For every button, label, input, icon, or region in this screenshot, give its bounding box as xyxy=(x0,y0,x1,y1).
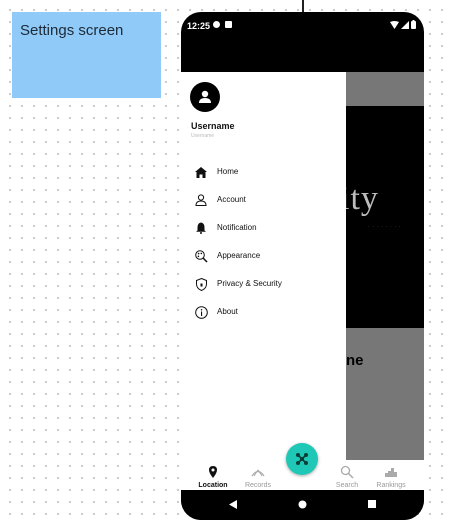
status-time: 12:25 xyxy=(187,21,211,31)
cellular-icon xyxy=(401,20,409,29)
nav-label: Search xyxy=(335,482,359,489)
fab-button[interactable] xyxy=(286,443,318,475)
system-navigation-bar xyxy=(181,490,424,520)
menu-item-home[interactable]: Home xyxy=(181,158,346,186)
drawer-username: Username xyxy=(191,121,235,131)
drawer-menu: Home Account Notification Appearance Pri… xyxy=(181,158,346,326)
palette-icon xyxy=(194,249,208,263)
rankings-icon xyxy=(385,468,397,477)
nav-label: Location xyxy=(198,482,228,489)
drawer-username-subtitle: Username xyxy=(191,133,215,139)
bg-grey-header xyxy=(346,72,424,106)
nav-label: Rankings xyxy=(376,482,406,489)
sticky-note: Settings screen xyxy=(12,12,161,98)
user-icon xyxy=(199,90,211,103)
person-icon xyxy=(194,193,208,207)
status-bar: 12:25 xyxy=(181,12,424,38)
sim-notification-icon xyxy=(225,21,232,28)
menu-item-label: Privacy & Security xyxy=(217,279,282,288)
menu-item-label: Account xyxy=(217,195,246,204)
menu-item-privacy-security[interactable]: Privacy & Security xyxy=(181,270,346,298)
bell-icon xyxy=(194,221,208,235)
drone-icon xyxy=(296,453,308,465)
info-icon xyxy=(194,305,208,319)
battery-icon xyxy=(411,20,416,29)
bg-grey-section xyxy=(346,328,424,472)
menu-item-notification[interactable]: Notification xyxy=(181,214,346,242)
menu-item-label: Home xyxy=(217,167,239,176)
home-icon xyxy=(194,165,208,179)
phone-frame: 12:25 ity · · · · · · · · ne Username Us… xyxy=(181,12,424,520)
nav-item-records[interactable]: Records xyxy=(238,460,278,490)
wifi-icon xyxy=(390,20,399,29)
avatar[interactable] xyxy=(190,82,220,112)
nav-item-rankings[interactable]: Rankings xyxy=(371,460,411,490)
menu-item-appearance[interactable]: Appearance xyxy=(181,242,346,270)
bg-logo-subtext: · · · · · · · · xyxy=(368,224,402,229)
search-icon xyxy=(340,465,354,479)
shield-icon xyxy=(194,277,208,291)
menu-item-about[interactable]: About xyxy=(181,298,346,326)
menu-item-label: About xyxy=(217,307,238,316)
nav-item-search[interactable]: Search xyxy=(327,460,367,490)
back-icon[interactable] xyxy=(229,500,237,509)
location-pin-icon xyxy=(209,466,217,478)
recents-icon[interactable] xyxy=(368,500,376,508)
bg-section-title: ne xyxy=(346,352,364,369)
records-icon xyxy=(251,469,265,477)
nav-label: Records xyxy=(244,482,272,489)
connector-line xyxy=(302,0,304,12)
home-circle-icon[interactable] xyxy=(298,500,307,509)
nav-item-location[interactable]: Location xyxy=(193,460,233,490)
menu-item-account[interactable]: Account xyxy=(181,186,346,214)
app-screen: ity · · · · · · · · ne Username Username… xyxy=(181,72,424,472)
menu-item-label: Notification xyxy=(217,223,257,232)
note-title: Settings screen xyxy=(20,22,124,39)
menu-item-label: Appearance xyxy=(217,251,261,260)
navigation-drawer: Username Username Home Account Notificat… xyxy=(181,72,346,472)
background-app-content: ity · · · · · · · · ne xyxy=(340,72,424,472)
app-notification-icon xyxy=(213,21,220,28)
